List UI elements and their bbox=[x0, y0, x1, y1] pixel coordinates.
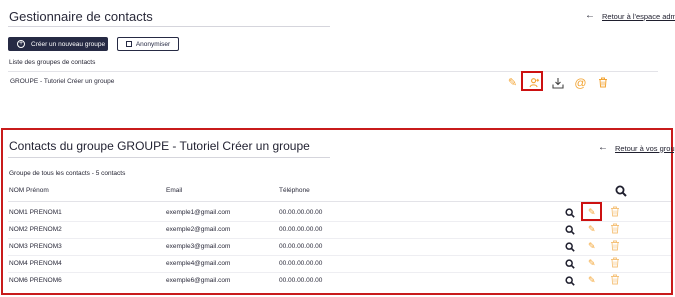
arrow-left-icon: ← bbox=[598, 142, 608, 153]
trash-icon[interactable] bbox=[596, 76, 609, 89]
contacts-panel-title: Contacts du groupe GROUPE - Tutoriel Cré… bbox=[9, 139, 310, 153]
delete-contact-trash-icon[interactable] bbox=[610, 274, 620, 285]
view-contact-search-icon[interactable] bbox=[565, 276, 575, 286]
view-contact-search-icon[interactable] bbox=[565, 242, 575, 252]
plus-circle-icon: + bbox=[17, 40, 25, 48]
delete-contact-trash-icon[interactable] bbox=[610, 223, 620, 234]
edit-contact-highlight bbox=[581, 202, 602, 221]
title-divider bbox=[8, 26, 330, 27]
contact-email: exemple2@gmail.com bbox=[166, 226, 231, 233]
page-title: Gestionnaire de contacts bbox=[9, 9, 153, 24]
contacts-title-divider bbox=[8, 157, 330, 158]
anonymize-button[interactable]: Anonymiser bbox=[117, 37, 179, 51]
download-icon[interactable] bbox=[551, 76, 564, 89]
edit-contact-pencil-icon[interactable]: ✎ bbox=[588, 224, 596, 235]
table-header-divider bbox=[8, 201, 671, 202]
download-icon-svg bbox=[551, 77, 564, 89]
contact-email: exemple3@gmail.com bbox=[166, 243, 231, 250]
edit-contact-pencil-icon[interactable]: ✎ bbox=[588, 258, 596, 269]
group-actions: ✎ @ bbox=[504, 71, 614, 92]
view-contact-search-icon[interactable] bbox=[565, 208, 575, 218]
pencil-icon[interactable]: ✎ bbox=[506, 76, 519, 89]
back-to-admin-link[interactable]: ← Retour à l'espace admin bbox=[585, 11, 675, 21]
search-all-icon[interactable] bbox=[615, 185, 627, 197]
contacts-icon-highlight bbox=[521, 71, 543, 91]
column-header-phone: Téléphone bbox=[279, 187, 310, 194]
contact-email: exemple6@gmail.com bbox=[166, 277, 231, 284]
contact-phone: 00.00.00.00.00 bbox=[279, 243, 323, 250]
table-row: NOM3 PRENOM3 exemple3@gmail.com 00.00.00.0… bbox=[3, 238, 671, 255]
contact-name: NOM2 PRENOM2 bbox=[9, 226, 62, 233]
contact-phone: 00.00.00.00.00 bbox=[279, 277, 323, 284]
table-row: NOM2 PRENOM2 exemple2@gmail.com 00.00.00.0… bbox=[3, 221, 671, 238]
table-row: NOM6 PRENOM6 exemple6@gmail.com 00.00.00.0… bbox=[3, 272, 671, 289]
group-item-label: GROUPE - Tutoriel Créer un groupe bbox=[10, 78, 115, 85]
back-to-admin-label: Retour à l'espace admin bbox=[602, 11, 675, 21]
create-group-button[interactable]: + Créer un nouveau groupe bbox=[8, 37, 108, 51]
contact-name: NOM6 PRENOM6 bbox=[9, 277, 62, 284]
delete-contact-trash-icon[interactable] bbox=[610, 206, 620, 217]
table-row: NOM4 PRENOM4 exemple4@gmail.com 00.00.00.0… bbox=[3, 255, 671, 272]
table-row: NOM1 PRENOM1 exemple1@gmail.com 00.00.00.0… bbox=[3, 204, 671, 221]
column-header-name: NOM Prénom bbox=[9, 187, 49, 194]
contact-name: NOM3 PRENOM3 bbox=[9, 243, 62, 250]
contact-phone: 00.00.00.00.00 bbox=[279, 260, 323, 267]
column-header-email: Email bbox=[166, 187, 183, 194]
view-contact-search-icon[interactable] bbox=[565, 259, 575, 269]
contact-name: NOM1 PRENOM1 bbox=[9, 209, 62, 216]
back-to-groups-link[interactable]: ← Retour à vos groupes bbox=[598, 143, 675, 153]
view-contact-search-icon[interactable] bbox=[565, 225, 575, 235]
anonymize-icon bbox=[125, 41, 132, 47]
edit-contact-pencil-icon[interactable]: ✎ bbox=[588, 241, 596, 252]
group-contacts-panel: Contacts du groupe GROUPE - Tutoriel Cré… bbox=[1, 128, 675, 295]
contact-email: exemple1@gmail.com bbox=[166, 209, 231, 216]
create-group-label: Créer un nouveau groupe bbox=[31, 40, 106, 48]
at-icon[interactable]: @ bbox=[574, 76, 587, 90]
trash-icon-svg bbox=[598, 77, 607, 88]
contact-phone: 00.00.00.00.00 bbox=[279, 226, 323, 233]
delete-contact-trash-icon[interactable] bbox=[610, 257, 620, 268]
contact-phone: 00.00.00.00.00 bbox=[279, 209, 323, 216]
back-to-groups-label: Retour à vos groupes bbox=[615, 143, 675, 153]
group-list-title: Liste des groupes de contacts bbox=[9, 59, 96, 66]
arrow-left-icon: ← bbox=[585, 10, 595, 21]
edit-contact-pencil-icon[interactable]: ✎ bbox=[588, 275, 596, 286]
contact-manager-section: Gestionnaire de contacts ← Retour à l'es… bbox=[0, 0, 675, 100]
contact-name: NOM4 PRENOM4 bbox=[9, 260, 62, 267]
delete-contact-trash-icon[interactable] bbox=[610, 240, 620, 251]
anonymize-label: Anonymiser bbox=[135, 40, 171, 48]
contact-email: exemple4@gmail.com bbox=[166, 260, 231, 267]
contacts-count-subtitle: Groupe de tous les contacts - 5 contacts bbox=[9, 170, 126, 177]
